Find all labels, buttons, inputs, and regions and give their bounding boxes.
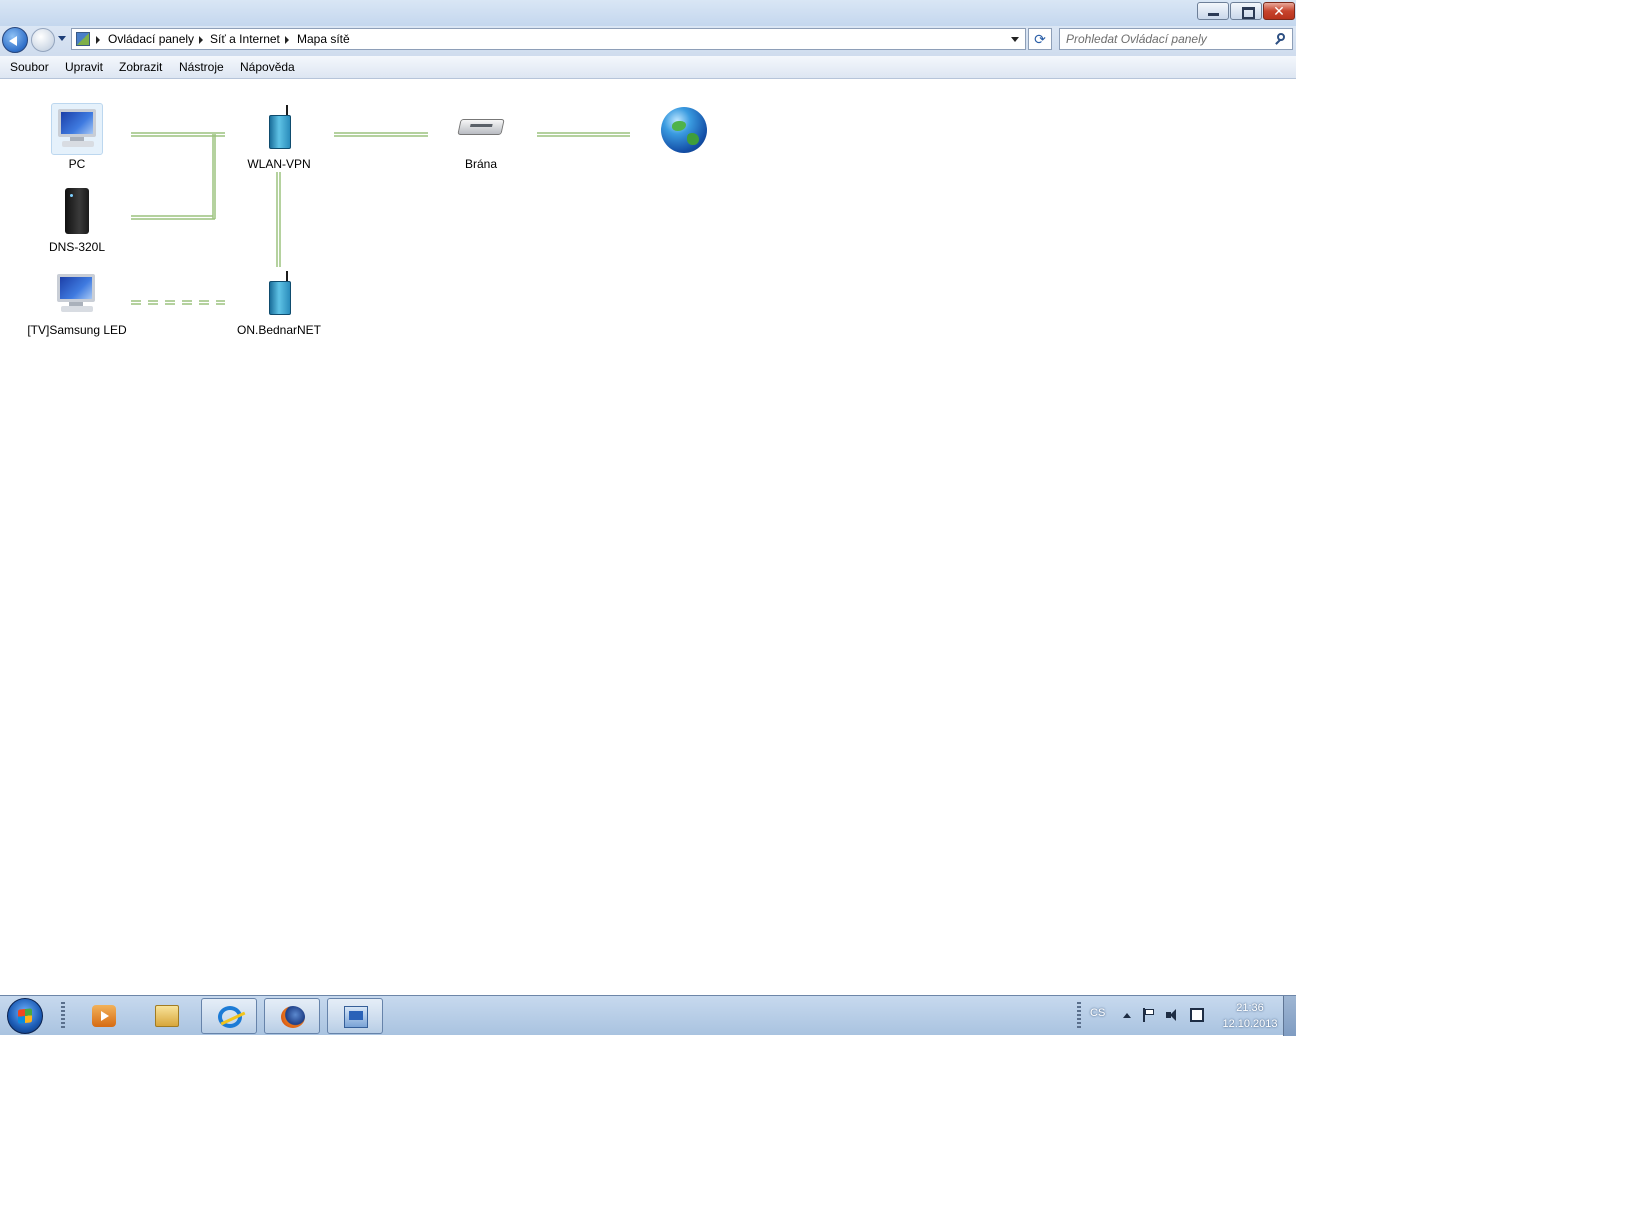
node-label: PC	[68, 157, 86, 171]
node-on-bednarnet[interactable]: ON.BednarNET	[224, 269, 334, 337]
node-label: DNS-320L	[48, 240, 106, 254]
taskbar: CS 21:36 12.10.2013	[0, 995, 1296, 1036]
network-map-icon	[344, 1006, 368, 1028]
clock-date[interactable]: 12.10.2013	[1216, 1018, 1284, 1030]
navigation-bar: Ovládací panely Síť a Internet Mapa sítě…	[0, 26, 1296, 56]
node-dns-320l[interactable]: DNS-320L	[22, 186, 132, 254]
computer-icon[interactable]	[51, 103, 103, 155]
back-button[interactable]	[2, 27, 28, 53]
tray-grip[interactable]	[1077, 1002, 1081, 1030]
breadcrumb-chevron-icon[interactable]	[96, 36, 100, 44]
menu-file[interactable]: Soubor	[10, 60, 49, 74]
taskbar-media-player[interactable]	[76, 998, 132, 1034]
volume-icon[interactable]	[1166, 1009, 1180, 1021]
link-gateway-internet	[537, 132, 630, 137]
link-wlan-gateway	[334, 132, 428, 137]
network-map: PC DNS-320L [TV]Samsung LED WLAN-VPN ON.…	[0, 79, 1296, 995]
restore-button[interactable]	[1230, 2, 1262, 20]
internet-globe-icon[interactable]	[657, 103, 709, 155]
recent-pages-dropdown[interactable]	[58, 36, 66, 41]
node-gateway[interactable]: Brána	[426, 103, 536, 171]
link-tv-onbednarnet-wireless	[131, 300, 225, 305]
breadcrumb-chevron-icon[interactable]	[199, 36, 203, 44]
node-label: ON.BednarNET	[236, 323, 322, 337]
network-icon[interactable]	[1190, 1008, 1204, 1022]
node-pc[interactable]: PC	[22, 103, 132, 171]
node-label: WLAN-VPN	[247, 157, 311, 171]
address-bar[interactable]: Ovládací panely Síť a Internet Mapa sítě	[71, 28, 1026, 50]
menu-edit[interactable]: Upravit	[65, 60, 103, 74]
taskbar-grip[interactable]	[61, 1002, 65, 1030]
node-tv-samsung[interactable]: [TV]Samsung LED	[22, 269, 132, 337]
refresh-icon: ⟳	[1034, 31, 1046, 47]
wireless-access-point-icon[interactable]	[253, 103, 305, 155]
link-dns-wlan	[131, 134, 216, 220]
action-center-flag-icon[interactable]	[1142, 1008, 1154, 1022]
control-panel-icon[interactable]	[76, 32, 90, 46]
link-wlan-onbednarnet	[276, 172, 281, 267]
taskbar-explorer[interactable]	[139, 998, 195, 1034]
taskbar-firefox[interactable]	[264, 998, 320, 1034]
menu-bar: Soubor Upravit Zobrazit Nástroje Nápověd…	[0, 56, 1296, 79]
title-bar[interactable]: ✕	[0, 0, 1296, 26]
media-player-icon	[92, 1005, 116, 1027]
node-label: [TV]Samsung LED	[27, 323, 127, 337]
breadcrumb-control-panel[interactable]: Ovládací panely	[108, 32, 194, 46]
language-indicator[interactable]: CS	[1090, 1007, 1105, 1019]
system-tray: CS 21:36 12.10.2013	[1070, 996, 1296, 1036]
close-icon: ✕	[1273, 3, 1285, 19]
link-pc-wlan	[131, 132, 225, 137]
menu-view[interactable]: Zobrazit	[119, 60, 162, 74]
search-box[interactable]	[1059, 28, 1293, 50]
wireless-access-point-icon[interactable]	[253, 269, 305, 321]
firefox-icon	[281, 1006, 305, 1028]
gateway-icon[interactable]	[455, 103, 507, 155]
show-hidden-icons-icon[interactable]	[1123, 1013, 1131, 1018]
node-wlan-vpn[interactable]: WLAN-VPN	[224, 103, 334, 171]
search-icon[interactable]	[1277, 33, 1285, 41]
menu-tools[interactable]: Nástroje	[179, 60, 224, 74]
address-dropdown-icon[interactable]	[1011, 37, 1019, 42]
start-button[interactable]	[7, 998, 43, 1034]
windows-start-icon	[18, 1008, 32, 1024]
explorer-window: ✕ Ovládací panely Síť a Internet Mapa sí…	[0, 0, 1296, 1040]
internet-explorer-icon	[218, 1006, 242, 1028]
clock-time[interactable]: 21:36	[1220, 1002, 1280, 1014]
computer-icon[interactable]	[51, 269, 103, 321]
taskbar-network-map[interactable]	[327, 998, 383, 1034]
breadcrumb-network-map[interactable]: Mapa sítě	[297, 32, 350, 46]
breadcrumb-chevron-icon[interactable]	[285, 36, 289, 44]
close-button[interactable]: ✕	[1263, 2, 1295, 20]
refresh-button[interactable]: ⟳	[1028, 28, 1052, 50]
node-internet[interactable]	[628, 103, 738, 155]
nas-icon[interactable]	[51, 186, 103, 238]
minimize-button[interactable]	[1197, 2, 1229, 20]
search-input[interactable]	[1066, 32, 1266, 46]
explorer-folder-icon	[155, 1005, 179, 1027]
breadcrumb-network-internet[interactable]: Síť a Internet	[210, 32, 280, 46]
taskbar-internet-explorer[interactable]	[201, 998, 257, 1034]
show-desktop-button[interactable]	[1283, 996, 1296, 1036]
menu-help[interactable]: Nápověda	[240, 60, 295, 74]
forward-button[interactable]	[31, 28, 55, 52]
node-label: Brána	[464, 157, 498, 171]
